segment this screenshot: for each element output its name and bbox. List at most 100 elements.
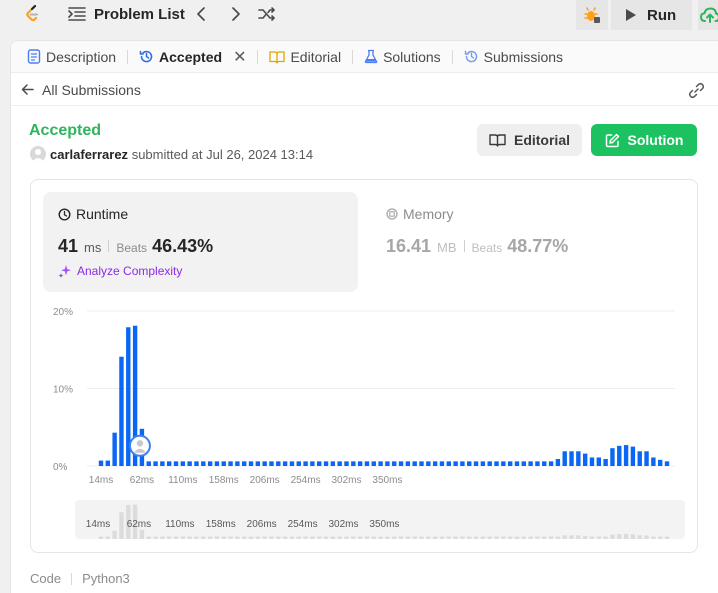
navigator-bar <box>153 536 158 539</box>
close-tab-icon[interactable]: ✕ <box>233 47 246 67</box>
chart-bar <box>426 461 431 466</box>
navigator-bar <box>269 536 274 539</box>
chart-bar <box>262 461 267 466</box>
x-tick-label: 302ms <box>331 475 361 486</box>
navigator-bar <box>657 536 663 539</box>
run-button[interactable]: Run <box>611 0 693 30</box>
navigator-bar <box>562 535 567 539</box>
navigator-bar <box>255 536 261 539</box>
tab-solutions[interactable]: Solutions <box>360 41 445 73</box>
debug-button[interactable] <box>576 0 608 30</box>
navigator-tick-label: 350ms <box>369 519 399 530</box>
solution-button[interactable]: Solution <box>591 124 697 156</box>
book-icon <box>489 134 506 147</box>
share-link-icon[interactable] <box>688 82 705 99</box>
navigator-bar <box>494 536 499 539</box>
submit-button[interactable] <box>698 0 718 30</box>
editorial-button[interactable]: Editorial <box>477 124 582 156</box>
chart-bar <box>617 445 622 466</box>
x-tick-label: 254ms <box>291 475 321 486</box>
navigator-bar <box>453 536 458 539</box>
tab-submissions-label: Submissions <box>483 48 564 65</box>
chart-bar <box>494 461 499 466</box>
chart-bar <box>323 461 329 466</box>
navigator-bar <box>337 536 342 539</box>
memory-label: Memory <box>403 206 454 222</box>
navigator-bar <box>146 536 151 539</box>
navigator-bar <box>480 536 486 539</box>
prev-problem-icon[interactable] <box>193 5 211 23</box>
tab-submissions[interactable]: Submissions <box>460 41 567 73</box>
runtime-beats-label: Beats <box>116 241 148 255</box>
navigator-bar <box>473 536 479 539</box>
username-link[interactable]: carlaferrarez <box>50 147 128 162</box>
tab-accepted[interactable]: Accepted ✕ <box>135 41 250 73</box>
chart-bar <box>187 461 192 466</box>
navigator-bar <box>214 536 220 539</box>
chart-bar <box>344 461 349 466</box>
navigator-bar <box>528 536 533 539</box>
chart-bar <box>201 461 206 466</box>
tab-editorial[interactable]: Editorial <box>265 41 345 73</box>
memory-stats[interactable]: Memory 16.41 MB Beats 48.77% <box>376 192 676 292</box>
navigator-bar <box>385 536 390 539</box>
chart-bar <box>398 461 404 466</box>
chart-bar <box>296 461 301 466</box>
navigator-bar <box>535 536 540 539</box>
navigator-bar <box>392 536 397 539</box>
chart-bar <box>221 461 226 466</box>
panel-tabs: Description Accepted ✕ Editorial Solutio… <box>11 41 718 73</box>
chart-bar <box>351 461 356 466</box>
all-submissions-link[interactable]: All Submissions <box>42 82 141 98</box>
navigator-tick-label: 14ms <box>86 519 110 530</box>
problem-list-icon[interactable] <box>68 6 86 22</box>
next-problem-icon[interactable] <box>226 5 244 23</box>
chart-bar <box>276 461 281 466</box>
chart-bar <box>657 459 663 466</box>
x-tick-label: 158ms <box>209 475 239 486</box>
avatar[interactable] <box>30 146 46 162</box>
chart-bar <box>467 461 472 466</box>
navigator-bar <box>357 536 363 539</box>
navigator-bar <box>351 536 356 539</box>
chart-bar <box>610 448 615 466</box>
chart-bar <box>412 461 417 466</box>
navigator-bar <box>276 536 281 539</box>
back-arrow-icon[interactable] <box>20 82 35 97</box>
shuffle-icon[interactable] <box>258 5 276 23</box>
navigator-bar <box>630 534 636 539</box>
x-tick-label: 110ms <box>168 475 197 486</box>
chart-bar <box>419 461 424 466</box>
chart-bar <box>664 461 670 466</box>
chart-bar <box>98 460 104 466</box>
problem-list-link[interactable]: Problem List <box>94 6 185 23</box>
navigator-tick-label: 158ms <box>206 519 236 530</box>
chart-bar <box>180 461 186 466</box>
chart-bar <box>303 461 308 466</box>
analyze-complexity-link[interactable]: Analyze Complexity <box>58 264 182 278</box>
navigator-bar <box>589 536 595 539</box>
navigator-bar <box>644 535 649 539</box>
navigator-bar <box>112 530 117 539</box>
tab-divider <box>257 49 259 64</box>
navigator-bar <box>651 536 656 539</box>
runtime-stats[interactable]: Runtime 41 ms Beats 46.43% Analyze Compl… <box>43 192 358 292</box>
chart-bar <box>392 461 397 466</box>
tab-description[interactable]: Description <box>23 41 120 73</box>
navigator-bar <box>289 536 295 539</box>
chart-bar <box>576 451 581 466</box>
leetcode-logo-icon[interactable] <box>22 3 44 25</box>
submission-panel: Description Accepted ✕ Editorial Solutio… <box>10 40 718 593</box>
navigator-bar <box>460 536 465 539</box>
chart-bar <box>637 451 642 466</box>
tab-divider <box>451 49 453 64</box>
history-icon <box>464 50 477 63</box>
navigator-bar <box>371 536 376 539</box>
language-label[interactable]: Python3 <box>82 571 130 586</box>
chart-bar <box>385 461 390 466</box>
memory-beats-value: 48.77% <box>507 236 569 256</box>
navigator-bar <box>467 536 472 539</box>
tab-editorial-label: Editorial <box>290 48 342 65</box>
chart-bar <box>228 461 233 466</box>
y-tick-label: 10% <box>53 385 73 396</box>
